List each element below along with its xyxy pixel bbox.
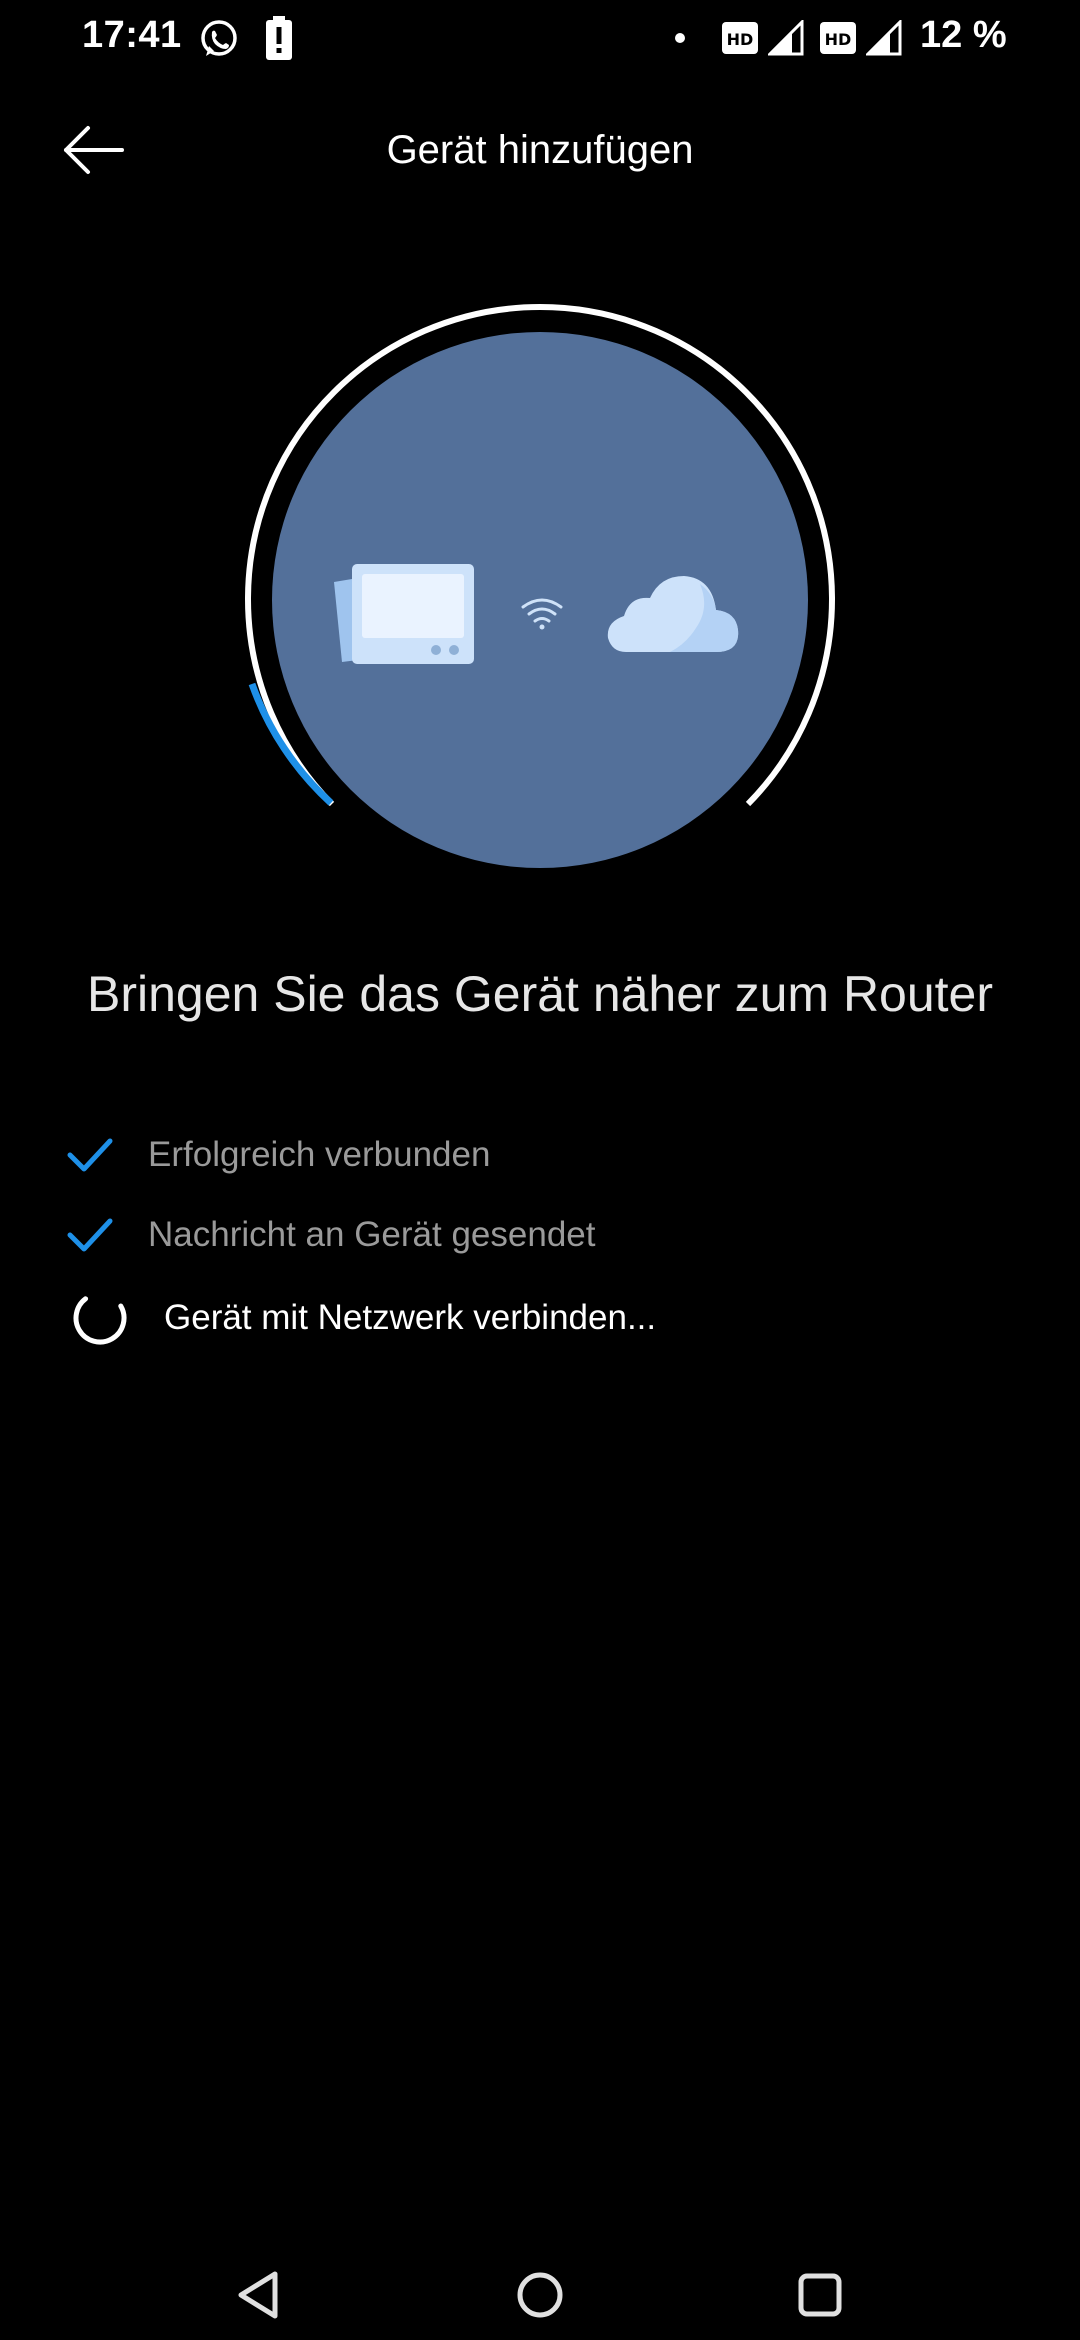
home-circle-icon[interactable] xyxy=(505,2260,575,2330)
signal-icon xyxy=(866,20,902,56)
svg-text:HD: HD xyxy=(727,30,754,49)
step-label: Erfolgreich verbunden xyxy=(148,1135,491,1174)
spinner-icon xyxy=(73,1291,127,1345)
back-triangle-icon[interactable] xyxy=(225,2260,295,2330)
svg-text:HD: HD xyxy=(825,30,852,49)
status-bar: 17:41 HD HD 12 % xyxy=(0,0,1080,80)
list-item-step: Erfolgreich verbunden xyxy=(0,1125,1080,1185)
instruction-headline: Bringen Sie das Gerät näher zum Router xyxy=(86,966,994,1022)
check-icon xyxy=(67,1218,113,1252)
page-title: Gerät hinzufügen xyxy=(386,128,694,172)
hd-icon: HD xyxy=(820,22,856,54)
step-label: Nachricht an Gerät gesendet xyxy=(148,1215,596,1254)
system-nav-bar xyxy=(0,2240,1080,2340)
dot-icon xyxy=(675,33,685,43)
app-bar: Gerät hinzufügen xyxy=(0,110,1080,190)
connection-illustration xyxy=(245,304,835,868)
whatsapp-icon xyxy=(201,20,237,56)
battery-percentage: 12 % xyxy=(920,14,1007,56)
status-time: 17:41 xyxy=(82,14,182,56)
hd-icon: HD xyxy=(722,22,758,54)
signal-icon xyxy=(768,20,804,56)
battery-alert-icon xyxy=(266,16,292,60)
device-icon xyxy=(334,564,474,664)
recents-square-icon[interactable] xyxy=(785,2260,855,2330)
list-item-step: Nachricht an Gerät gesendet xyxy=(0,1205,1080,1265)
check-icon xyxy=(67,1138,113,1172)
step-label: Gerät mit Netzwerk verbinden... xyxy=(164,1298,657,1337)
list-item-step: Gerät mit Netzwerk verbinden... xyxy=(0,1288,1080,1348)
